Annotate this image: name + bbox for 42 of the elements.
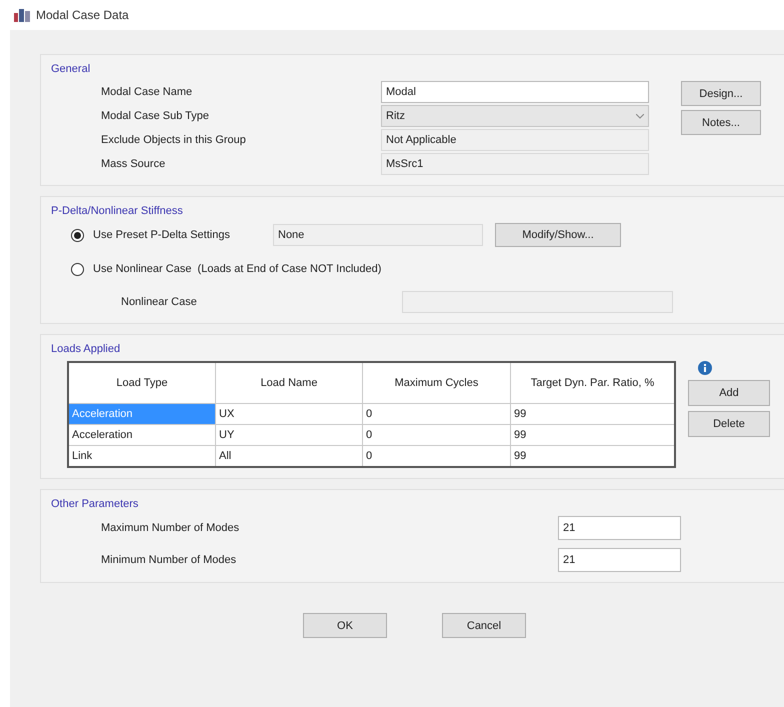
field-label: Maximum Number of Modes — [101, 522, 240, 534]
button[interactable]: Cancel — [442, 613, 526, 638]
readonly-field[interactable]: MsSrc1 — [381, 153, 649, 175]
button[interactable]: Add — [688, 380, 770, 406]
radio-button[interactable] — [71, 262, 84, 276]
table-cell[interactable]: 0 — [362, 424, 510, 446]
button[interactable]: Notes... — [681, 110, 761, 135]
group-title: Loads Applied — [51, 343, 120, 355]
table-cell[interactable]: UY — [216, 424, 362, 446]
readonly-field[interactable] — [402, 291, 673, 313]
group-title: General — [51, 63, 90, 75]
data-table[interactable]: Load Type Load Name Maximum Cycles Target Dyn. Par. Ratio, % Acceleration UX 0 99 Acceleration UY 0 99 Link All 0 99 — [67, 361, 676, 468]
radio-button[interactable] — [71, 228, 84, 242]
table-cell[interactable]: Acceleration — [68, 424, 216, 446]
radio-label: Use Preset P-Delta Settings — [93, 229, 231, 241]
chevron-icon — [636, 114, 644, 118]
readonly-field[interactable]: Not Applicable — [381, 129, 649, 151]
field-label: Modal Case Name — [101, 86, 194, 98]
table-cell[interactable]: UX — [216, 404, 362, 424]
dropdown[interactable]: Ritz — [381, 105, 649, 127]
input-field[interactable]: 21 — [558, 516, 681, 540]
column-header: Load Name — [216, 362, 362, 404]
group-title: P-Delta/Nonlinear Stiffness — [51, 205, 183, 217]
field-label: Nonlinear Case — [121, 296, 197, 308]
modify-button[interactable]: Modify/Show... — [495, 223, 621, 247]
input-field[interactable]: 21 — [558, 548, 681, 572]
field-label: Modal Case Sub Type — [101, 110, 210, 122]
readonly-field[interactable]: None — [273, 224, 483, 246]
button[interactable]: Design... — [681, 81, 761, 106]
column-header: Maximum Cycles — [362, 362, 510, 404]
radio-label: Use Nonlinear Case (Loads at End of Case NOT Included) — [93, 263, 382, 275]
field-label: Minimum Number of Modes — [101, 554, 238, 566]
group-title: Other Parameters — [51, 498, 138, 510]
field-label: Exclude Objects in this Group — [101, 134, 247, 146]
button[interactable]: Delete — [688, 411, 770, 437]
info-icon[interactable] — [698, 361, 712, 375]
window-title: Modal Case Data — [36, 8, 129, 22]
field-label: Mass Source — [101, 158, 166, 170]
table-cell[interactable]: 0 — [362, 404, 510, 424]
building-icon — [14, 8, 30, 22]
button[interactable]: OK — [303, 613, 387, 638]
input-field[interactable]: Modal — [381, 81, 649, 103]
